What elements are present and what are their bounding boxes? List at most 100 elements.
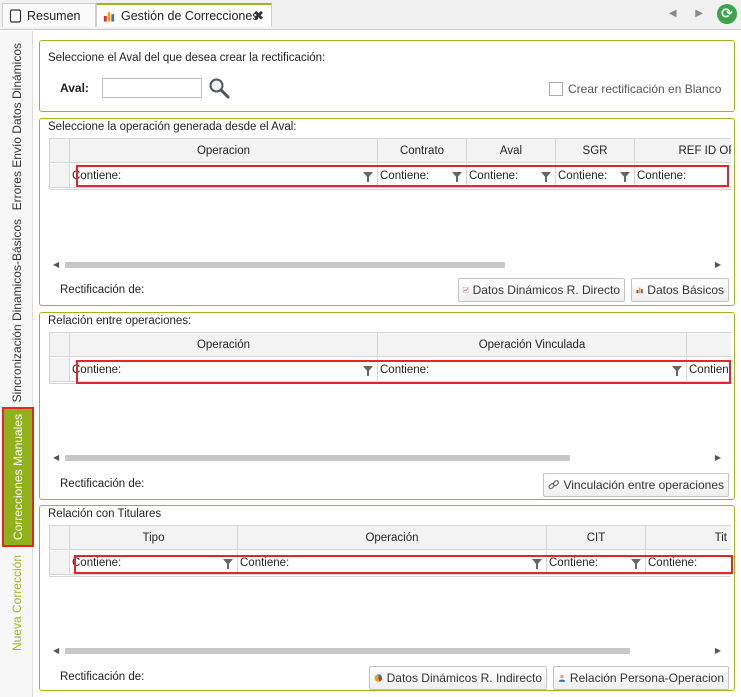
scroll-right-icon[interactable]: ▶ xyxy=(715,646,721,655)
relations-grid: Operación Operación Vinculada Contiene: … xyxy=(49,332,731,384)
scroll-left-icon[interactable]: ◀ xyxy=(53,646,59,655)
page-icon xyxy=(9,8,22,23)
grid-header-row: Operación Operación Vinculada xyxy=(50,333,731,357)
search-icon[interactable] xyxy=(208,77,230,99)
datos-dinamicos-indirecto-button[interactable]: Datos Dinámicos R. Indirecto xyxy=(369,666,547,690)
relations-panel-title: Relación entre operaciones: xyxy=(48,315,192,327)
filter-icon[interactable] xyxy=(363,366,373,376)
column-header-tipo[interactable]: Tipo xyxy=(70,526,238,549)
grid-filter-row: Contiene: Contiene: Contiene: Contiene: … xyxy=(50,164,731,188)
column-header-cit[interactable]: CIT xyxy=(547,526,646,549)
grid-filter-row: Contiene: Contiene: Contiene: xyxy=(50,358,731,382)
row-selector xyxy=(50,164,70,187)
filter-cell[interactable]: Contiene: xyxy=(556,164,635,187)
vertical-sidebar: Errores Envío Datos Dinámicos Sincroniza… xyxy=(0,31,34,697)
chart-icon xyxy=(103,11,115,22)
scroll-thumb[interactable] xyxy=(65,648,630,654)
tab-gestion-correcciones[interactable]: Gestión de Correcciones ✖ xyxy=(96,3,272,27)
filter-icon[interactable] xyxy=(363,172,373,182)
relations-panel: Relación entre operaciones: Operación Op… xyxy=(39,312,735,500)
filter-icon[interactable] xyxy=(620,172,630,182)
filter-icon[interactable] xyxy=(223,559,233,569)
aval-panel: Seleccione el Aval del que desea crear l… xyxy=(39,40,735,112)
link-icon xyxy=(548,480,559,490)
filter-icon[interactable] xyxy=(532,559,542,569)
vinculacion-operaciones-button[interactable]: Vinculación entre operaciones xyxy=(543,473,729,497)
sidebar-tab-sincronizacion[interactable]: Sincronización Dinamicos-Básicos xyxy=(3,217,31,405)
close-icon[interactable]: ✖ xyxy=(253,8,264,24)
horizontal-scrollbar[interactable]: ◀ ▶ xyxy=(51,453,723,463)
rectification-label: Rectificación de: xyxy=(60,478,145,490)
filter-cell[interactable]: Contiene: xyxy=(378,164,467,187)
column-header-aval[interactable]: Aval xyxy=(467,139,556,162)
grid-header-row: Tipo Operación CIT Tit xyxy=(50,526,731,550)
datos-dinamicos-directo-button[interactable]: Datos Dinámicos R. Directo xyxy=(458,278,625,302)
tab-nav-arrows[interactable]: ◀ ▶ xyxy=(669,8,711,19)
grid-filter-row: Contiene: Contiene: Contiene: Contiene: xyxy=(50,551,731,575)
rectification-label: Rectificación de: xyxy=(60,284,145,296)
filter-cell[interactable]: Contiene: xyxy=(238,551,547,574)
filter-icon[interactable] xyxy=(631,559,641,569)
filter-cell[interactable]: Contiene: xyxy=(70,164,378,187)
holders-panel-title: Relación con Titulares xyxy=(48,508,162,520)
column-header-contrato[interactable]: Contrato xyxy=(378,139,467,162)
column-header-tit[interactable]: Tit xyxy=(646,526,731,549)
filter-cell[interactable]: Contiene: xyxy=(70,551,238,574)
filter-cell[interactable]: Contiene: xyxy=(646,551,731,574)
relacion-persona-operacion-button[interactable]: Relación Persona-Operacion xyxy=(553,666,729,690)
tab-strip: Resumen Gestión de Correcciones ✖ ◀ ▶ ⟳ xyxy=(0,0,741,30)
column-header-operacion-vinculada[interactable]: Operación Vinculada xyxy=(378,333,687,356)
grid-header-row: Operacion Contrato Aval SGR REF ID OP xyxy=(50,139,731,163)
column-header-ref-id-op[interactable]: REF ID OP xyxy=(635,139,731,162)
refresh-icon[interactable]: ⟳ xyxy=(717,4,737,24)
filter-cell[interactable]: Contiene: xyxy=(467,164,556,187)
tab-label: Gestión de Correcciones xyxy=(121,8,259,23)
sidebar-tab-errores[interactable]: Errores Envío Datos Dinámicos xyxy=(3,41,31,213)
blank-checkbox-label: Crear rectificación en Blanco xyxy=(568,82,722,96)
filter-cell[interactable]: Contiene: xyxy=(547,551,646,574)
filter-cell[interactable]: Contiene: xyxy=(70,358,378,381)
filter-cell[interactable]: Contiene: xyxy=(378,358,687,381)
holders-panel: Relación con Titulares Tipo Operación CI… xyxy=(39,505,735,691)
datos-basicos-button[interactable]: Datos Básicos xyxy=(631,278,729,302)
row-selector-header xyxy=(50,333,70,356)
tab-label: Resumen xyxy=(27,8,81,23)
rectification-label: Rectificación de: xyxy=(60,671,145,683)
tab-resumen[interactable]: Resumen xyxy=(2,3,96,27)
scroll-thumb[interactable] xyxy=(65,262,505,268)
horizontal-scrollbar[interactable]: ◀ ▶ xyxy=(51,260,723,270)
column-header-operacion[interactable]: Operación xyxy=(70,333,378,356)
scroll-right-icon[interactable]: ▶ xyxy=(715,260,721,269)
column-header-operacion[interactable]: Operacion xyxy=(70,139,378,162)
person-icon xyxy=(558,674,566,682)
line-chart-icon xyxy=(463,287,469,293)
holders-grid: Tipo Operación CIT Tit Contiene: Contien… xyxy=(49,525,731,577)
row-selector-header xyxy=(50,526,70,549)
scroll-left-icon[interactable]: ◀ xyxy=(53,260,59,269)
row-selector-header xyxy=(50,139,70,162)
column-header-sgr[interactable]: SGR xyxy=(556,139,635,162)
horizontal-scrollbar[interactable]: ◀ ▶ xyxy=(51,646,723,656)
blank-checkbox[interactable] xyxy=(549,82,563,96)
operations-panel-title: Seleccione la operación generada desde e… xyxy=(48,121,297,133)
aval-input[interactable] xyxy=(102,78,202,98)
filter-icon[interactable] xyxy=(452,172,462,182)
aval-label: Aval: xyxy=(60,81,89,95)
pie-chart-icon xyxy=(374,674,383,682)
operations-panel: Seleccione la operación generada desde e… xyxy=(39,118,735,306)
scroll-right-icon[interactable]: ▶ xyxy=(715,453,721,462)
scroll-left-icon[interactable]: ◀ xyxy=(53,453,59,462)
filter-cell[interactable]: Contiene: xyxy=(687,358,731,381)
filter-cell[interactable]: Contiene: xyxy=(635,164,731,187)
row-selector xyxy=(50,358,70,381)
column-header-operacion[interactable]: Operación xyxy=(238,526,547,549)
aval-panel-title: Seleccione el Aval del que desea crear l… xyxy=(48,52,326,64)
sidebar-tab-nueva-correccion[interactable]: Nueva Corrección xyxy=(3,551,31,655)
column-header-extra[interactable] xyxy=(687,333,731,356)
filter-icon[interactable] xyxy=(672,366,682,376)
operations-grid: Operacion Contrato Aval SGR REF ID OP Co… xyxy=(49,138,731,190)
filter-icon[interactable] xyxy=(541,172,551,182)
scroll-thumb[interactable] xyxy=(65,455,570,461)
sidebar-tab-correcciones-manuales[interactable]: Correcciones Manuales xyxy=(2,407,34,547)
row-selector xyxy=(50,551,70,574)
